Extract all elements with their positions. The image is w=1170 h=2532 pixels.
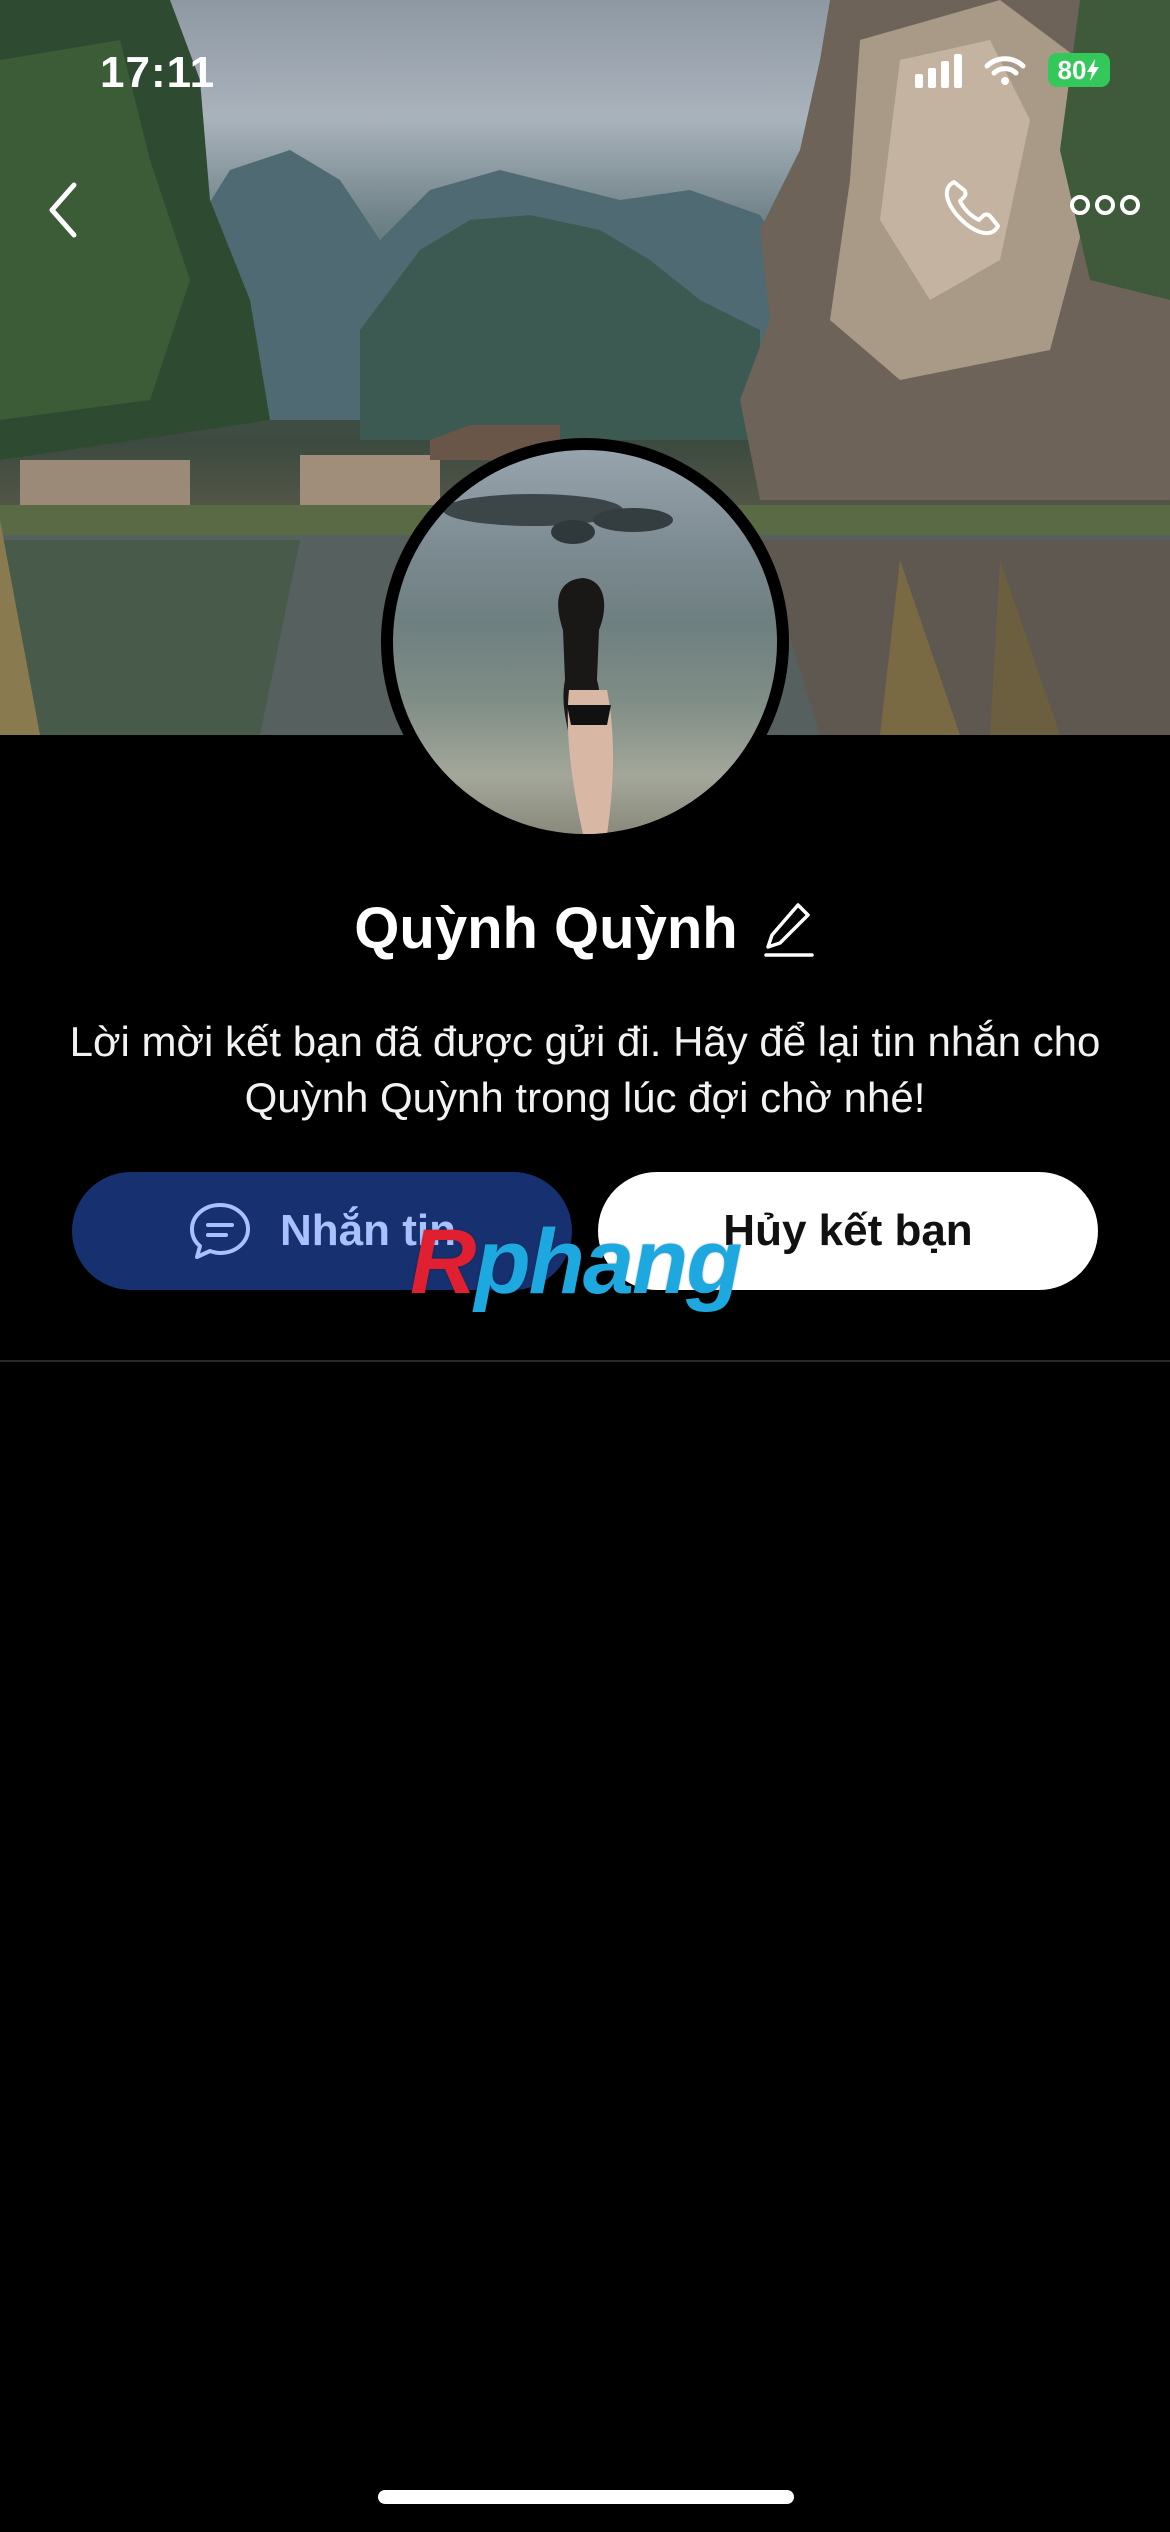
- profile-name-row: Quỳnh Quỳnh: [0, 895, 1170, 962]
- chat-bubble-icon: [190, 1203, 250, 1259]
- signal-icon: [915, 52, 962, 88]
- status-indicators: 80: [915, 52, 1110, 88]
- back-icon[interactable]: [44, 180, 84, 240]
- phone-icon[interactable]: [940, 176, 1004, 240]
- avatar-photo: [393, 450, 777, 834]
- battery-level: 80: [1057, 54, 1087, 85]
- watermark-logo: Rphang: [410, 1211, 742, 1313]
- cancel-button-label: Hủy kết bạn: [723, 1206, 973, 1255]
- divider: [0, 1360, 1170, 1362]
- battery-indicator: 80: [1048, 53, 1110, 87]
- charging-bolt-icon: [1087, 59, 1100, 81]
- more-dots-icon[interactable]: [1070, 192, 1140, 218]
- friend-request-message: Lời mời kết bạn đã được gửi đi. Hãy để l…: [69, 1018, 1101, 1121]
- home-indicator[interactable]: [378, 2490, 794, 2504]
- pencil-icon[interactable]: [762, 899, 816, 959]
- wifi-icon: [984, 56, 1026, 85]
- profile-name: Quỳnh Quỳnh: [354, 896, 738, 961]
- avatar[interactable]: [381, 438, 789, 846]
- status-time: 17:11: [100, 48, 216, 97]
